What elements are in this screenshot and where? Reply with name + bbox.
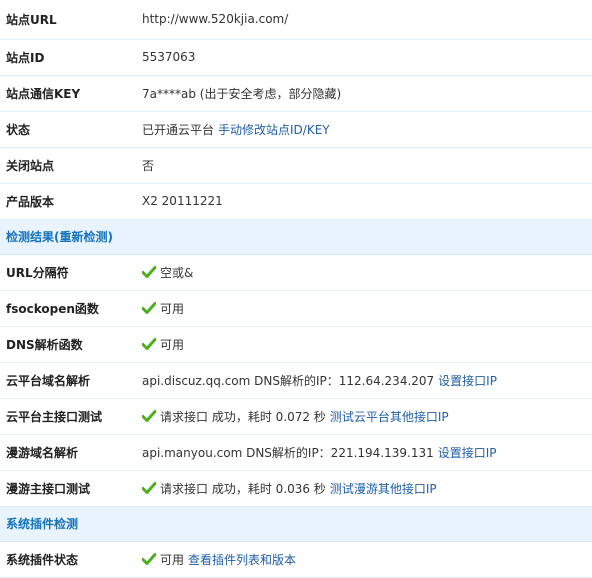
value-site-key: 7a****ab (出于安全考虑，部分隐藏) [134,75,592,112]
row-manyou-test: 漫游主接口测试 请求接口 成功，耗时 0.036 秒测试漫游其他接口IP [0,470,592,507]
row-site-key: 站点通信KEY 7a****ab (出于安全考虑，部分隐藏) [0,75,592,112]
value-site-id: 5537063 [134,39,592,76]
label-status: 状态 [0,111,134,148]
set-cloud-ip-link[interactable]: 设置接口IP [438,374,497,388]
value-site-url: http://www.520kjia.com/ [134,0,592,40]
value-plugin-status: 可用 [160,552,185,567]
row-url-separator: URL分隔符 空或& [0,254,592,291]
label-cloud-dns: 云平台域名解析 [0,362,134,399]
check-icon [142,552,156,565]
row-fsockopen: fsockopen函数 可用 [0,290,592,327]
manyou-test-cell: 请求接口 成功，耗时 0.036 秒测试漫游其他接口IP [134,470,592,507]
url-separator-cell: 空或& [134,254,592,291]
test-manyou-ip-link[interactable]: 测试漫游其他接口IP [330,482,437,496]
label-site-url: 站点URL [0,0,134,40]
section-plugin-check: 系统插件检测 [0,506,592,542]
label-fsockopen: fsockopen函数 [0,290,134,327]
cloud-test-cell: 请求接口 成功，耗时 0.072 秒测试云平台其他接口IP [134,398,592,435]
label-close-site: 关闭站点 [0,147,134,184]
section-plugin-title: 系统插件检测 [0,506,592,542]
section-check-results: 检测结果(重新检测) [0,219,592,255]
value-fsockopen: 可用 [160,301,185,316]
label-site-id: 站点ID [0,39,134,76]
row-close-site: 关闭站点 否 [0,147,592,184]
dns-function-cell: 可用 [134,326,592,363]
check-icon [142,265,156,278]
label-plugin-status: 系统插件状态 [0,541,134,578]
label-manyou-dns: 漫游域名解析 [0,434,134,471]
check-icon [142,301,156,314]
value-dns-function: 可用 [160,337,185,352]
value-manyou-test: 请求接口 成功，耗时 0.036 秒 [160,481,326,496]
manyou-dns-cell: api.manyou.com DNS解析的IP：221.194.139.131 设… [134,434,592,471]
plugin-status-cell: 可用 查看插件列表和版本 [134,541,592,578]
value-cloud-test: 请求接口 成功，耗时 0.072 秒 [160,409,326,424]
check-icon [142,337,156,350]
row-cloud-dns: 云平台域名解析 api.discuz.qq.com DNS解析的IP：112.6… [0,362,592,399]
label-cloud-test: 云平台主接口测试 [0,398,134,435]
recheck-link[interactable]: 重新检测 [60,230,108,244]
row-version: 产品版本 X2 20111221 [0,183,592,220]
cloud-dns-cell: api.discuz.qq.com DNS解析的IP：112.64.234.20… [134,362,592,399]
row-site-id: 站点ID 5537063 [0,39,592,76]
value-manyou-dns: api.manyou.com DNS解析的IP：221.194.139.131 [142,445,434,460]
fsockopen-cell: 可用 [134,290,592,327]
check-icon [142,409,156,422]
edit-site-key-link[interactable]: 手动修改站点ID/KEY [218,123,330,137]
label-version: 产品版本 [0,183,134,220]
status-cell: 已开通云平台 手动修改站点ID/KEY [134,111,592,148]
value-close-site: 否 [134,147,592,184]
label-dns-function: DNS解析函数 [0,326,134,363]
view-plugin-list-link[interactable]: 查看插件列表和版本 [188,553,296,567]
row-plugin-status: 系统插件状态 可用 查看插件列表和版本 [0,541,592,578]
test-cloud-ip-link[interactable]: 测试云平台其他接口IP [330,410,449,424]
label-site-key: 站点通信KEY [0,75,134,112]
row-dns-function: DNS解析函数 可用 [0,326,592,363]
section-check-label: 检测结果( [6,230,60,244]
set-manyou-ip-link[interactable]: 设置接口IP [438,446,497,460]
label-manyou-test: 漫游主接口测试 [0,470,134,507]
row-status: 状态 已开通云平台 手动修改站点ID/KEY [0,111,592,148]
section-check-suffix: ) [107,230,113,244]
check-icon [142,481,156,494]
cloud-diagnostics-table: 站点URL http://www.520kjia.com/ 站点ID 55370… [0,0,592,578]
row-cloud-test: 云平台主接口测试 请求接口 成功，耗时 0.072 秒测试云平台其他接口IP [0,398,592,435]
value-cloud-dns: api.discuz.qq.com DNS解析的IP：112.64.234.20… [142,373,435,388]
value-version: X2 20111221 [134,183,592,220]
row-manyou-dns: 漫游域名解析 api.manyou.com DNS解析的IP：221.194.1… [0,434,592,471]
label-url-separator: URL分隔符 [0,254,134,291]
value-url-separator: 空或& [160,265,194,280]
value-status: 已开通云平台 [142,122,215,137]
row-site-url: 站点URL http://www.520kjia.com/ [0,0,592,40]
section-check-title: 检测结果(重新检测) [0,219,592,255]
